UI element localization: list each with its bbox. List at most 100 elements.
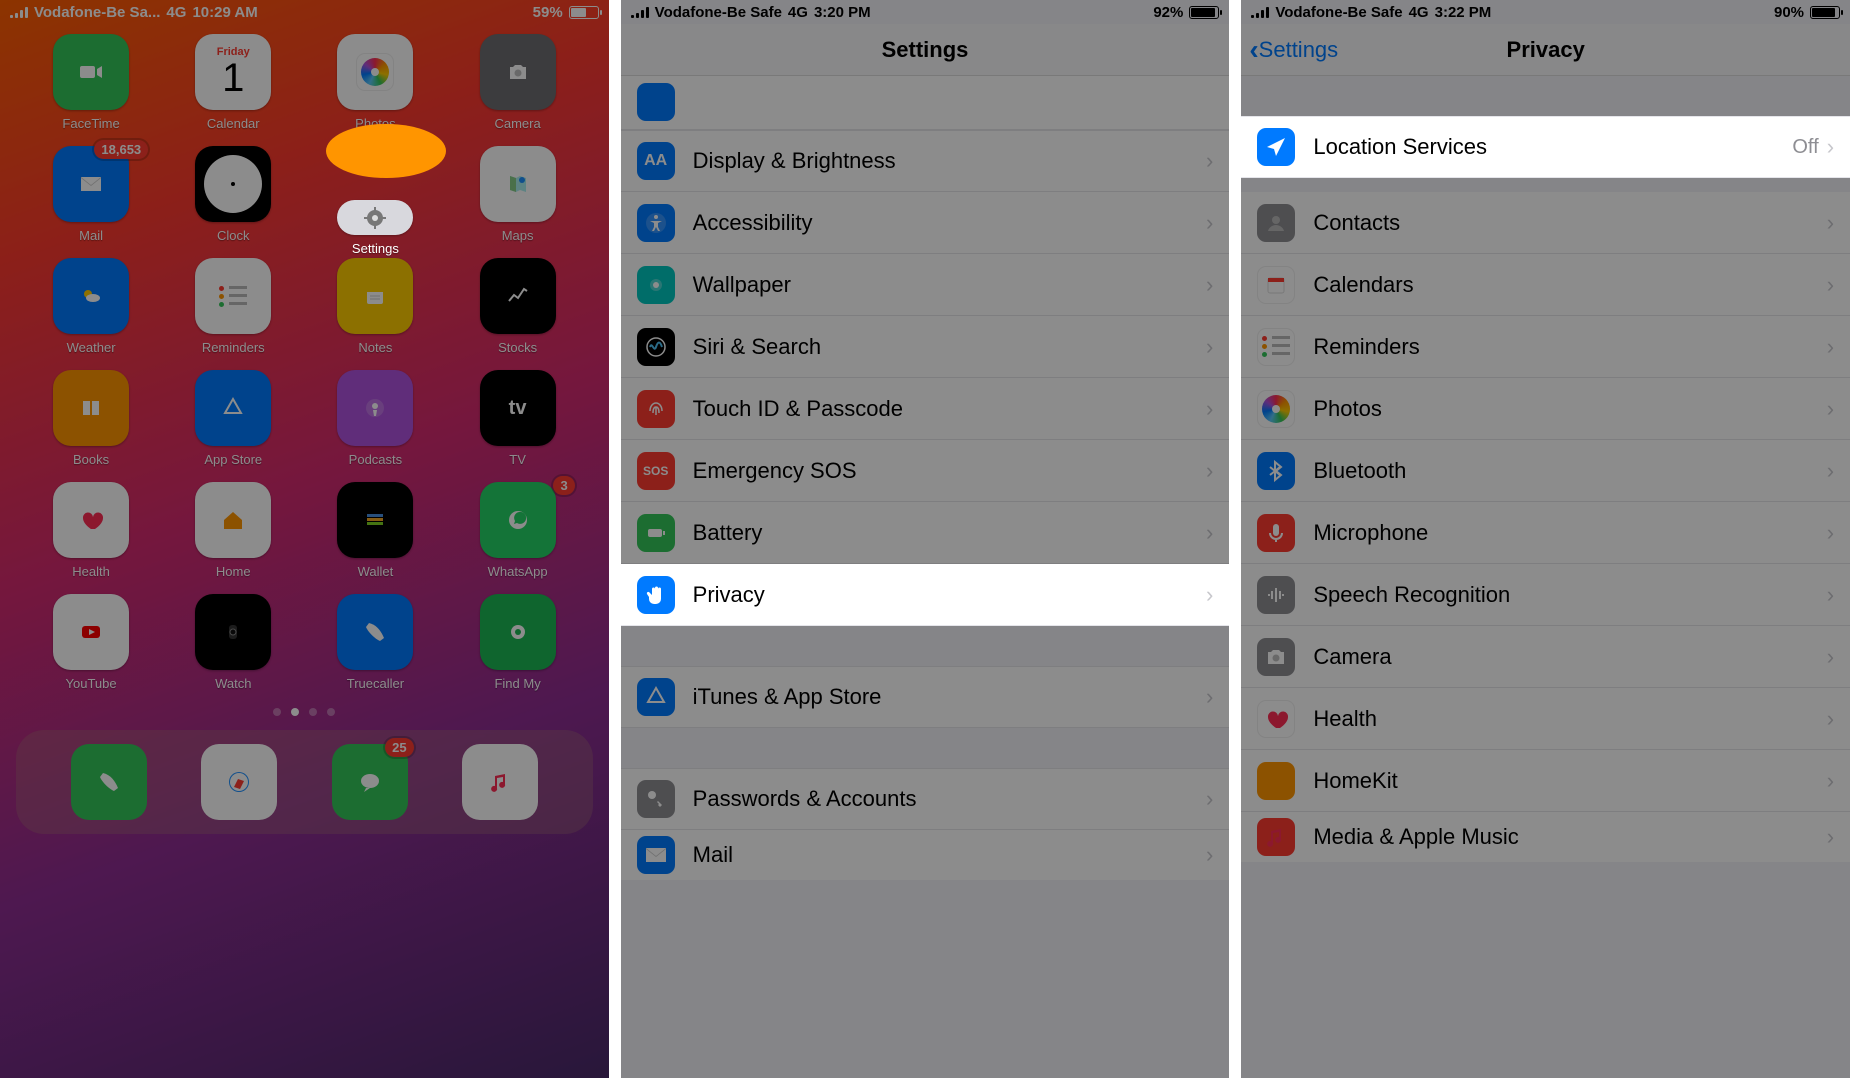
app-reminders[interactable]: Reminders xyxy=(162,258,304,368)
row-label: Speech Recognition xyxy=(1313,582,1826,608)
row-itunes-appstore[interactable]: iTunes & App Store› xyxy=(621,666,1230,728)
row-wallpaper[interactable]: Wallpaper› xyxy=(621,254,1230,316)
app-label: Clock xyxy=(217,228,250,243)
app-mail[interactable]: 18,653Mail xyxy=(20,146,162,256)
page-dot[interactable] xyxy=(327,708,335,716)
chevron-right-icon: › xyxy=(1206,458,1213,484)
back-button[interactable]: ‹ Settings xyxy=(1249,24,1338,75)
chevron-left-icon: ‹ xyxy=(1249,34,1258,66)
bluetooth-icon xyxy=(1257,452,1295,490)
app-books[interactable]: Books xyxy=(20,370,162,480)
row-homekit[interactable]: HomeKit› xyxy=(1241,750,1850,812)
app-label: Podcasts xyxy=(349,452,402,467)
row-location-services[interactable]: Location ServicesOff› xyxy=(1241,116,1850,178)
app-label: Stocks xyxy=(498,340,537,355)
row-label: Location Services xyxy=(1313,134,1792,160)
app-findmy[interactable]: Find My xyxy=(447,594,589,704)
app-camera[interactable]: Camera xyxy=(447,34,589,144)
app-label: YouTube xyxy=(66,676,117,691)
app-home[interactable]: Home xyxy=(162,482,304,592)
chevron-right-icon: › xyxy=(1827,824,1834,850)
row-bluetooth[interactable]: Bluetooth› xyxy=(1241,440,1850,502)
row-media-apple-music[interactable]: Media & Apple Music› xyxy=(1241,812,1850,862)
app-maps[interactable]: Maps xyxy=(447,146,589,256)
row-reminders[interactable]: Reminders› xyxy=(1241,316,1850,378)
app-stocks[interactable]: Stocks xyxy=(447,258,589,368)
row-passwords-accounts[interactable]: Passwords & Accounts› xyxy=(621,768,1230,830)
app-label: Health xyxy=(72,564,110,579)
chevron-right-icon: › xyxy=(1206,684,1213,710)
app-health[interactable]: Health xyxy=(20,482,162,592)
app-tv[interactable]: tvTV xyxy=(447,370,589,480)
app-label: Notes xyxy=(358,340,392,355)
touchid-passcode-icon xyxy=(637,390,675,428)
row-contacts[interactable]: Contacts› xyxy=(1241,192,1850,254)
row-label: Accessibility xyxy=(693,210,1206,236)
accessibility-icon xyxy=(637,204,675,242)
chevron-right-icon: › xyxy=(1206,396,1213,422)
page-dot[interactable] xyxy=(309,708,317,716)
app-settings[interactable]: Settings xyxy=(304,146,446,256)
truecaller-icon xyxy=(337,594,413,670)
app-appstore[interactable]: App Store xyxy=(162,370,304,480)
calendars-icon xyxy=(1257,266,1295,304)
row-display-brightness[interactable]: AADisplay & Brightness› xyxy=(621,130,1230,192)
app-label: Settings xyxy=(352,241,399,256)
page-dot[interactable] xyxy=(273,708,281,716)
app-notes[interactable]: Notes xyxy=(304,258,446,368)
navbar: Settings xyxy=(621,24,1230,76)
row-accessibility[interactable]: Accessibility› xyxy=(621,192,1230,254)
row-label: HomeKit xyxy=(1313,768,1826,794)
row-touchid-passcode[interactable]: Touch ID & Passcode› xyxy=(621,378,1230,440)
dock-music[interactable] xyxy=(462,744,538,820)
chevron-right-icon: › xyxy=(1206,520,1213,546)
phone-icon xyxy=(71,744,147,820)
row-emergency-sos[interactable]: SOSEmergency SOS› xyxy=(621,440,1230,502)
dock-messages[interactable]: 25 xyxy=(332,744,408,820)
row-calendars[interactable]: Calendars› xyxy=(1241,254,1850,316)
row-label: Battery xyxy=(693,520,1206,546)
row-speech-recognition[interactable]: Speech Recognition› xyxy=(1241,564,1850,626)
row-photos[interactable]: Photos› xyxy=(1241,378,1850,440)
row-label: Calendars xyxy=(1313,272,1826,298)
app-label: Calendar xyxy=(207,116,260,131)
row-health[interactable]: Health› xyxy=(1241,688,1850,750)
app-weather[interactable]: Weather xyxy=(20,258,162,368)
app-youtube[interactable]: YouTube xyxy=(20,594,162,704)
safari-icon xyxy=(201,744,277,820)
page-dot[interactable] xyxy=(291,708,299,716)
itunes-appstore-icon xyxy=(637,678,675,716)
mail-icon xyxy=(637,836,675,874)
calendar-icon: Friday1 xyxy=(195,34,271,110)
app-calendar[interactable]: Friday1 Calendar xyxy=(162,34,304,144)
navbar: ‹ Settings Privacy xyxy=(1241,24,1850,76)
row-camera[interactable]: Camera› xyxy=(1241,626,1850,688)
app-watch[interactable]: Watch xyxy=(162,594,304,704)
app-wallet[interactable]: Wallet xyxy=(304,482,446,592)
app-whatsapp[interactable]: 3WhatsApp xyxy=(447,482,589,592)
app-truecaller[interactable]: Truecaller xyxy=(304,594,446,704)
dock-safari[interactable] xyxy=(201,744,277,820)
page-dots[interactable] xyxy=(0,708,609,716)
app-facetime[interactable]: FaceTime xyxy=(20,34,162,144)
battery-pct-label: 90% xyxy=(1774,4,1804,21)
tv-icon: tv xyxy=(480,370,556,446)
page-title: Settings xyxy=(882,37,969,63)
row-battery[interactable]: Battery› xyxy=(621,502,1230,564)
dock-phone[interactable] xyxy=(71,744,147,820)
app-clock[interactable]: Clock xyxy=(162,146,304,256)
app-podcasts[interactable]: Podcasts xyxy=(304,370,446,480)
microphone-icon xyxy=(1257,514,1295,552)
row-label: Media & Apple Music xyxy=(1313,824,1826,850)
settings-icon xyxy=(337,200,413,235)
row-microphone[interactable]: Microphone› xyxy=(1241,502,1850,564)
row-mail[interactable]: Mail› xyxy=(621,830,1230,880)
dock: 25 xyxy=(16,730,593,834)
chevron-right-icon: › xyxy=(1827,210,1834,236)
row-privacy[interactable]: Privacy› xyxy=(621,564,1230,626)
home-icon xyxy=(195,482,271,558)
chevron-right-icon: › xyxy=(1827,644,1834,670)
media-apple-music-icon xyxy=(1257,818,1295,856)
row-siri-search[interactable]: Siri & Search› xyxy=(621,316,1230,378)
row-partial-top[interactable] xyxy=(621,76,1230,130)
